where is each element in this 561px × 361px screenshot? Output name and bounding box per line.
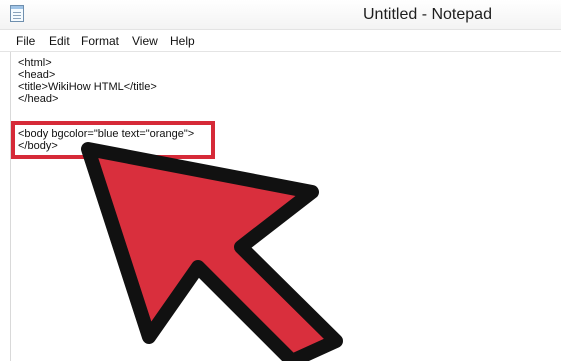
menu-help[interactable]: Help: [170, 34, 195, 48]
window-title: Untitled - Notepad: [363, 6, 492, 23]
menu-file[interactable]: File: [16, 34, 35, 48]
menu-format[interactable]: Format: [81, 34, 119, 48]
code-line-html-open: <html>: [18, 57, 52, 69]
code-line-title: <title>WikiHow HTML</title>: [18, 81, 157, 93]
title-bar: Untitled - Notepad: [0, 0, 561, 30]
menu-edit[interactable]: Edit: [49, 34, 70, 48]
menu-bar: File Edit Format View Help: [0, 30, 561, 52]
highlight-box: [11, 121, 215, 159]
menu-view[interactable]: View: [132, 34, 158, 48]
code-line-head-close: </head>: [18, 93, 59, 105]
code-line-head-open: <head>: [18, 69, 56, 81]
text-editor[interactable]: <html> <head> <title>WikiHow HTML</title…: [10, 52, 561, 361]
notepad-icon: [10, 5, 24, 22]
notepad-window: Untitled - Notepad File Edit Format View…: [0, 0, 561, 361]
